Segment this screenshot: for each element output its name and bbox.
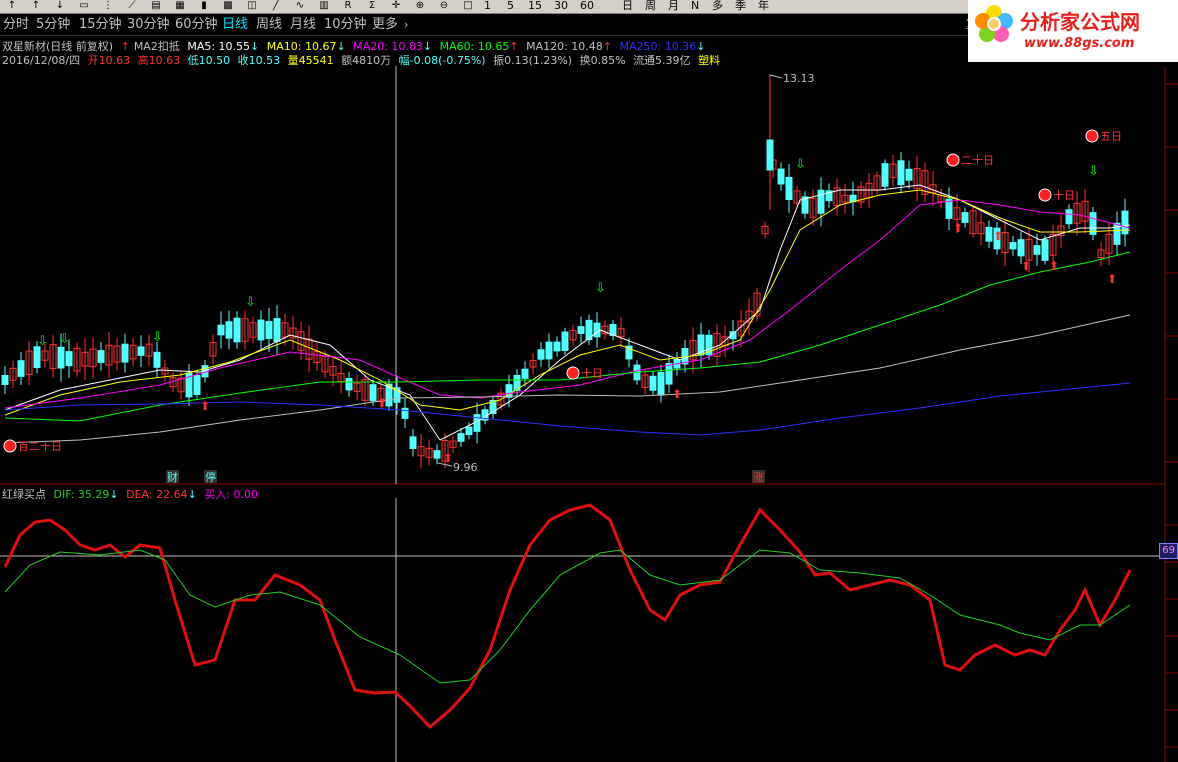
up-signal-icon: ⬆ [1021,259,1031,273]
high-price-pointer [769,74,783,79]
indicator-axis-value: 69 [1159,543,1178,559]
tag-rise: 涨 [753,471,764,484]
down-signal-icon: ⇩ [37,334,48,349]
marker-5-day-dot [1085,129,1099,143]
candle-body [465,426,473,436]
candle-body [345,377,353,391]
down-signal-icon: ⇩ [59,332,70,347]
candle-body [257,319,265,341]
candle-body [553,341,561,352]
up-signal-icon: ⬆ [1049,259,1059,273]
down-signal-icon: ⇩ [152,330,163,345]
candle-body [985,226,993,242]
candle-body [1017,239,1025,257]
candle-body [657,371,665,396]
candle-body [881,163,889,187]
candle-body [649,375,657,391]
marker-10-day-b-dot [1038,188,1052,202]
candle-body [545,341,553,360]
marker-10-day-a-dot [566,366,580,380]
dea-arrow: ↓ [187,488,197,501]
high-price-label: 13.13 [783,72,815,85]
candle-body [65,351,73,367]
marker-20-day: 二十日 [961,153,994,167]
up-signal-icon: ⬆ [200,399,210,413]
down-signal-icon: ⇩ [795,157,806,172]
candle-body [1033,245,1041,255]
candle-body [121,343,129,363]
candle-body [433,450,441,459]
candle-body [1041,239,1049,261]
candle-body [521,368,529,379]
candle-body [785,176,793,201]
candle-body [577,326,585,334]
tag-finance: 财 [167,470,178,484]
candle-body [225,321,233,339]
candle-body [273,318,281,342]
candle-body [593,322,601,338]
candle-body [665,362,673,385]
up-signal-icon: ⬆ [377,396,387,410]
up-signal-icon: ⬆ [672,387,682,401]
candle-body [137,346,145,356]
indicator-panel-name[interactable]: 红绿买点 [2,488,46,501]
dea-line [4,549,1131,684]
candle-body [33,346,41,369]
candle-body [905,168,913,181]
candle-body [1065,209,1073,225]
candle-body [193,374,201,396]
down-signal-icon: ⇩ [245,295,256,310]
candle-body [766,139,774,171]
candle-body [17,360,25,377]
candle-body [233,317,241,343]
down-signal-icon: ⇩ [595,281,606,296]
marker-20-day-dot [946,153,960,167]
candle-body [897,160,905,186]
candle-body [1,375,9,385]
up-signal-icon: ⬆ [1107,272,1117,286]
down-signal-icon: ⇩ [1088,164,1099,179]
candle-body [153,351,161,368]
marker-5-day: 五日 [1100,130,1122,143]
dif-arrow: ↓ [109,488,119,501]
candle-body [817,189,825,214]
candle-body [1009,242,1017,250]
ma250-line [4,382,1131,436]
marker-10-day-b: 十日 [1053,188,1075,202]
marker-120-day-dot [3,439,17,453]
up-signal-icon: ⬆ [953,221,963,235]
candle-body [457,433,465,442]
kline-chart[interactable]: 13.13 9.96 ⇩ ⇩ ⇩ ⇩ ⇩ ⇩ ⇩ ⬆ ⬆ ⬆ ⬆ ⬆ ⬆ ⬆ ⬆ ⬆ 百二十日 十日 二十日十日 五日财 停… [0,0,1178,762]
candle-body [57,346,65,369]
candle-body [537,349,545,360]
marker-10-day-a: 十日 [581,366,603,380]
dif-line [3,503,1132,730]
up-signal-icon: ⬆ [443,451,453,465]
marker-120-day: 百二十日 [18,439,62,453]
candle-body [777,168,785,185]
tag-halt: 停 [205,470,216,484]
up-signal-icon: ⬆ [993,229,1003,243]
candle-body [369,384,377,402]
dif-value: DIF: 35.29 [53,488,110,501]
candle-body [409,436,417,449]
candle-body [217,324,225,336]
buy-value: 买入: 0.00 [204,488,258,501]
dea-value: DEA: 22.64 [126,488,188,501]
low-price-label: 9.96 [453,461,478,474]
indicator-legend: 红绿买点 DIF: 35.29↓ DEA: 22.64↓ 买入: 0.00 [2,486,262,502]
candle-body [97,350,105,363]
candle-body [265,321,273,339]
candle-body [561,331,569,351]
